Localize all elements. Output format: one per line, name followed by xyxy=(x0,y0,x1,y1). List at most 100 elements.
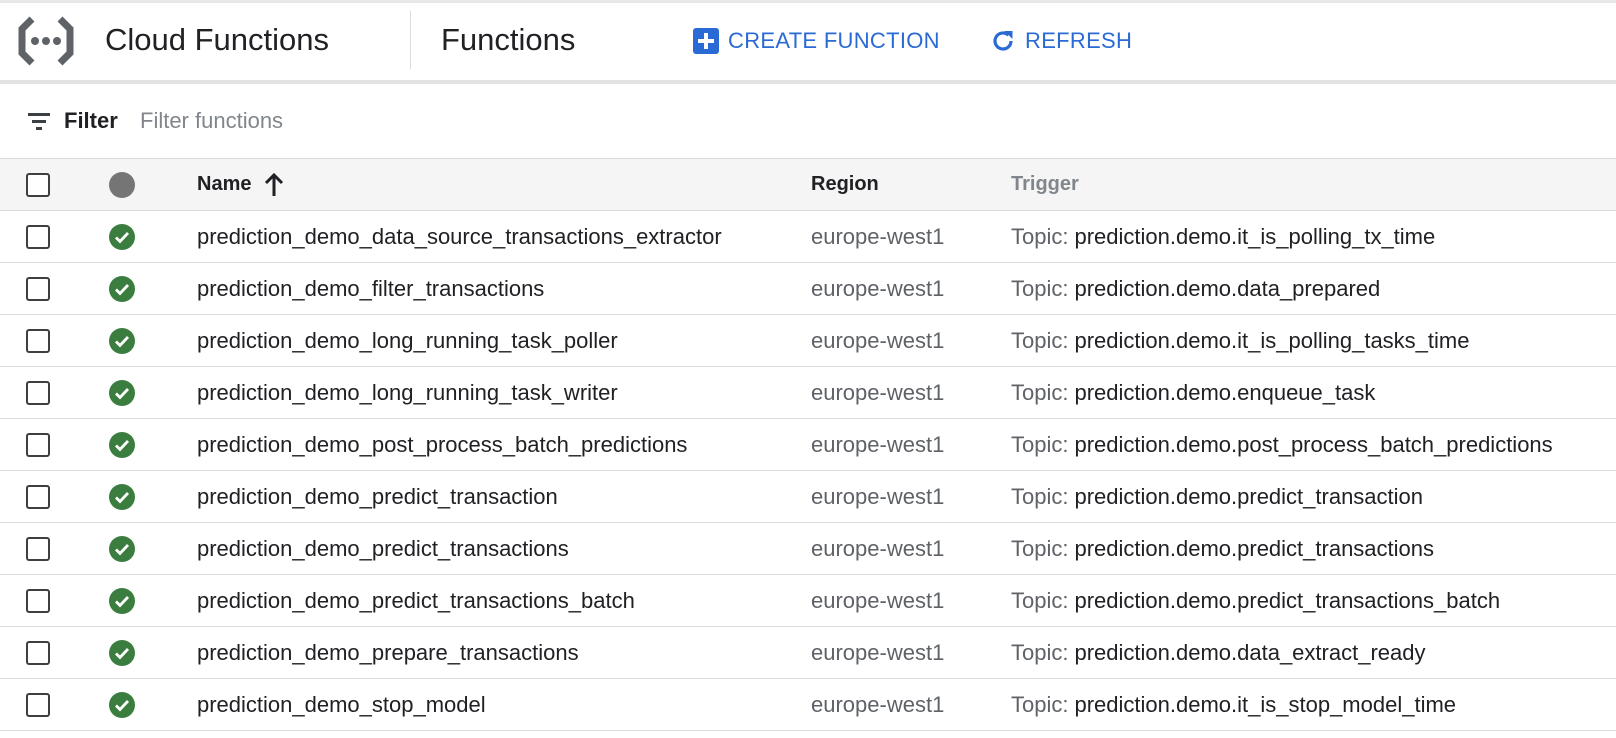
trigger-value: prediction.demo.it_is_polling_tasks_time xyxy=(1074,327,1470,353)
function-region: europe-west1 xyxy=(811,275,945,301)
create-function-button[interactable]: CREATE FUNCTION xyxy=(693,21,940,61)
function-region: europe-west1 xyxy=(811,431,945,457)
table-row[interactable]: prediction_demo_filter_transactions euro… xyxy=(0,263,1616,315)
row-checkbox[interactable] xyxy=(26,276,50,301)
status-dot-icon xyxy=(109,171,135,198)
function-trigger: Topic: prediction.demo.data_prepared xyxy=(1011,263,1380,314)
table-row[interactable]: prediction_demo_prepare_transactions eur… xyxy=(0,627,1616,679)
check-circle-icon xyxy=(109,379,135,406)
function-name-link[interactable]: prediction_demo_data_source_transactions… xyxy=(197,211,722,262)
function-trigger: Topic: prediction.demo.predict_transacti… xyxy=(1011,575,1500,626)
row-checkbox[interactable] xyxy=(26,484,50,509)
add-box-icon xyxy=(693,28,719,54)
column-header-region-label: Region xyxy=(811,173,879,195)
filter-input[interactable] xyxy=(140,102,640,140)
check-circle-icon xyxy=(109,223,135,250)
refresh-button[interactable]: REFRESH xyxy=(990,21,1132,61)
arrow-up-icon xyxy=(263,172,285,198)
table-row[interactable]: prediction_demo_data_source_transactions… xyxy=(0,211,1616,263)
trigger-type: Topic: xyxy=(1011,223,1069,249)
table-row[interactable]: prediction_demo_predict_transactions_bat… xyxy=(0,575,1616,627)
check-circle-icon xyxy=(109,535,135,562)
column-header-name-label: Name xyxy=(197,173,252,195)
filter-list-icon[interactable] xyxy=(27,109,51,133)
function-name-link[interactable]: prediction_demo_stop_model xyxy=(197,679,486,730)
trigger-value: prediction.demo.data_prepared xyxy=(1074,275,1381,301)
cloud-functions-logo-icon xyxy=(18,16,74,66)
table-row[interactable]: prediction_demo_predict_transactions eur… xyxy=(0,523,1616,575)
check-circle-icon xyxy=(109,691,135,718)
function-name-link[interactable]: prediction_demo_post_process_batch_predi… xyxy=(197,419,687,470)
function-region: europe-west1 xyxy=(811,691,945,717)
functions-table: Name Region Trigger prediction_demo_data… xyxy=(0,159,1616,731)
function-trigger: Topic: prediction.demo.post_process_batc… xyxy=(1011,419,1553,470)
trigger-value: prediction.demo.predict_transactions xyxy=(1074,535,1435,561)
trigger-value: prediction.demo.enqueue_task xyxy=(1074,379,1376,405)
check-circle-icon xyxy=(109,587,135,614)
column-header-name[interactable]: Name xyxy=(197,159,285,210)
row-checkbox[interactable] xyxy=(26,380,50,405)
check-circle-icon xyxy=(109,275,135,302)
function-name-link[interactable]: prediction_demo_filter_transactions xyxy=(197,263,544,314)
function-region: europe-west1 xyxy=(811,639,945,665)
refresh-label: REFRESH xyxy=(1025,28,1133,53)
trigger-type: Topic: xyxy=(1011,275,1069,301)
function-name-link[interactable]: prediction_demo_predict_transactions xyxy=(197,523,569,574)
table-row[interactable]: prediction_demo_long_running_task_writer… xyxy=(0,367,1616,419)
column-header-trigger: Trigger xyxy=(1011,159,1079,210)
function-region: europe-west1 xyxy=(811,535,945,561)
table-row[interactable]: prediction_demo_long_running_task_poller… xyxy=(0,315,1616,367)
function-region: europe-west1 xyxy=(811,223,945,249)
function-trigger: Topic: prediction.demo.data_extract_read… xyxy=(1011,627,1425,678)
row-checkbox[interactable] xyxy=(26,588,50,613)
header-divider xyxy=(410,11,411,69)
trigger-type: Topic: xyxy=(1011,327,1069,353)
function-name-link[interactable]: prediction_demo_prepare_transactions xyxy=(197,627,579,678)
trigger-type: Topic: xyxy=(1011,535,1069,561)
trigger-value: prediction.demo.it_is_stop_model_time xyxy=(1074,691,1457,717)
trigger-value: prediction.demo.predict_transaction xyxy=(1074,483,1424,509)
trigger-type: Topic: xyxy=(1011,639,1069,665)
row-checkbox[interactable] xyxy=(26,692,50,717)
check-circle-icon xyxy=(109,327,135,354)
function-trigger: Topic: prediction.demo.it_is_polling_tas… xyxy=(1011,315,1469,366)
refresh-icon xyxy=(990,28,1016,54)
top-bar: Cloud Functions Functions CREATE FUNCTIO… xyxy=(0,0,1616,80)
table-row[interactable]: prediction_demo_predict_transaction euro… xyxy=(0,471,1616,523)
trigger-type: Topic: xyxy=(1011,431,1069,457)
function-region: europe-west1 xyxy=(811,379,945,405)
function-trigger: Topic: prediction.demo.predict_transacti… xyxy=(1011,523,1434,574)
trigger-value: prediction.demo.data_extract_ready xyxy=(1074,639,1426,665)
check-circle-icon xyxy=(109,431,135,458)
row-checkbox[interactable] xyxy=(26,328,50,353)
product-title: Cloud Functions xyxy=(105,22,330,57)
column-header-region[interactable]: Region xyxy=(811,159,879,210)
filter-bar: Filter xyxy=(0,84,1616,159)
row-checkbox[interactable] xyxy=(26,536,50,561)
function-name-link[interactable]: prediction_demo_predict_transaction xyxy=(197,471,558,522)
function-region: europe-west1 xyxy=(811,327,945,353)
row-checkbox[interactable] xyxy=(26,640,50,665)
trigger-type: Topic: xyxy=(1011,379,1069,405)
function-name-link[interactable]: prediction_demo_predict_transactions_bat… xyxy=(197,575,635,626)
trigger-value: prediction.demo.it_is_polling_tx_time xyxy=(1074,223,1436,249)
filter-label: Filter xyxy=(64,108,118,133)
function-trigger: Topic: prediction.demo.predict_transacti… xyxy=(1011,471,1423,522)
row-checkbox[interactable] xyxy=(26,224,50,249)
trigger-type: Topic: xyxy=(1011,483,1069,509)
trigger-value: prediction.demo.predict_transactions_bat… xyxy=(1074,587,1501,613)
function-trigger: Topic: prediction.demo.it_is_stop_model_… xyxy=(1011,679,1456,730)
trigger-type: Topic: xyxy=(1011,587,1069,613)
row-checkbox[interactable] xyxy=(26,432,50,457)
trigger-value: prediction.demo.post_process_batch_predi… xyxy=(1074,431,1553,457)
function-name-link[interactable]: prediction_demo_long_running_task_poller xyxy=(197,315,618,366)
select-all-checkbox[interactable] xyxy=(26,172,50,197)
table-row[interactable]: prediction_demo_stop_model europe-west1 … xyxy=(0,679,1616,731)
table-header-row: Name Region Trigger xyxy=(0,159,1616,211)
function-trigger: Topic: prediction.demo.enqueue_task xyxy=(1011,367,1375,418)
function-name-link[interactable]: prediction_demo_long_running_task_writer xyxy=(197,367,618,418)
create-function-label: CREATE FUNCTION xyxy=(728,28,940,53)
column-header-trigger-label: Trigger xyxy=(1011,173,1079,195)
table-row[interactable]: prediction_demo_post_process_batch_predi… xyxy=(0,419,1616,471)
trigger-type: Topic: xyxy=(1011,691,1069,717)
